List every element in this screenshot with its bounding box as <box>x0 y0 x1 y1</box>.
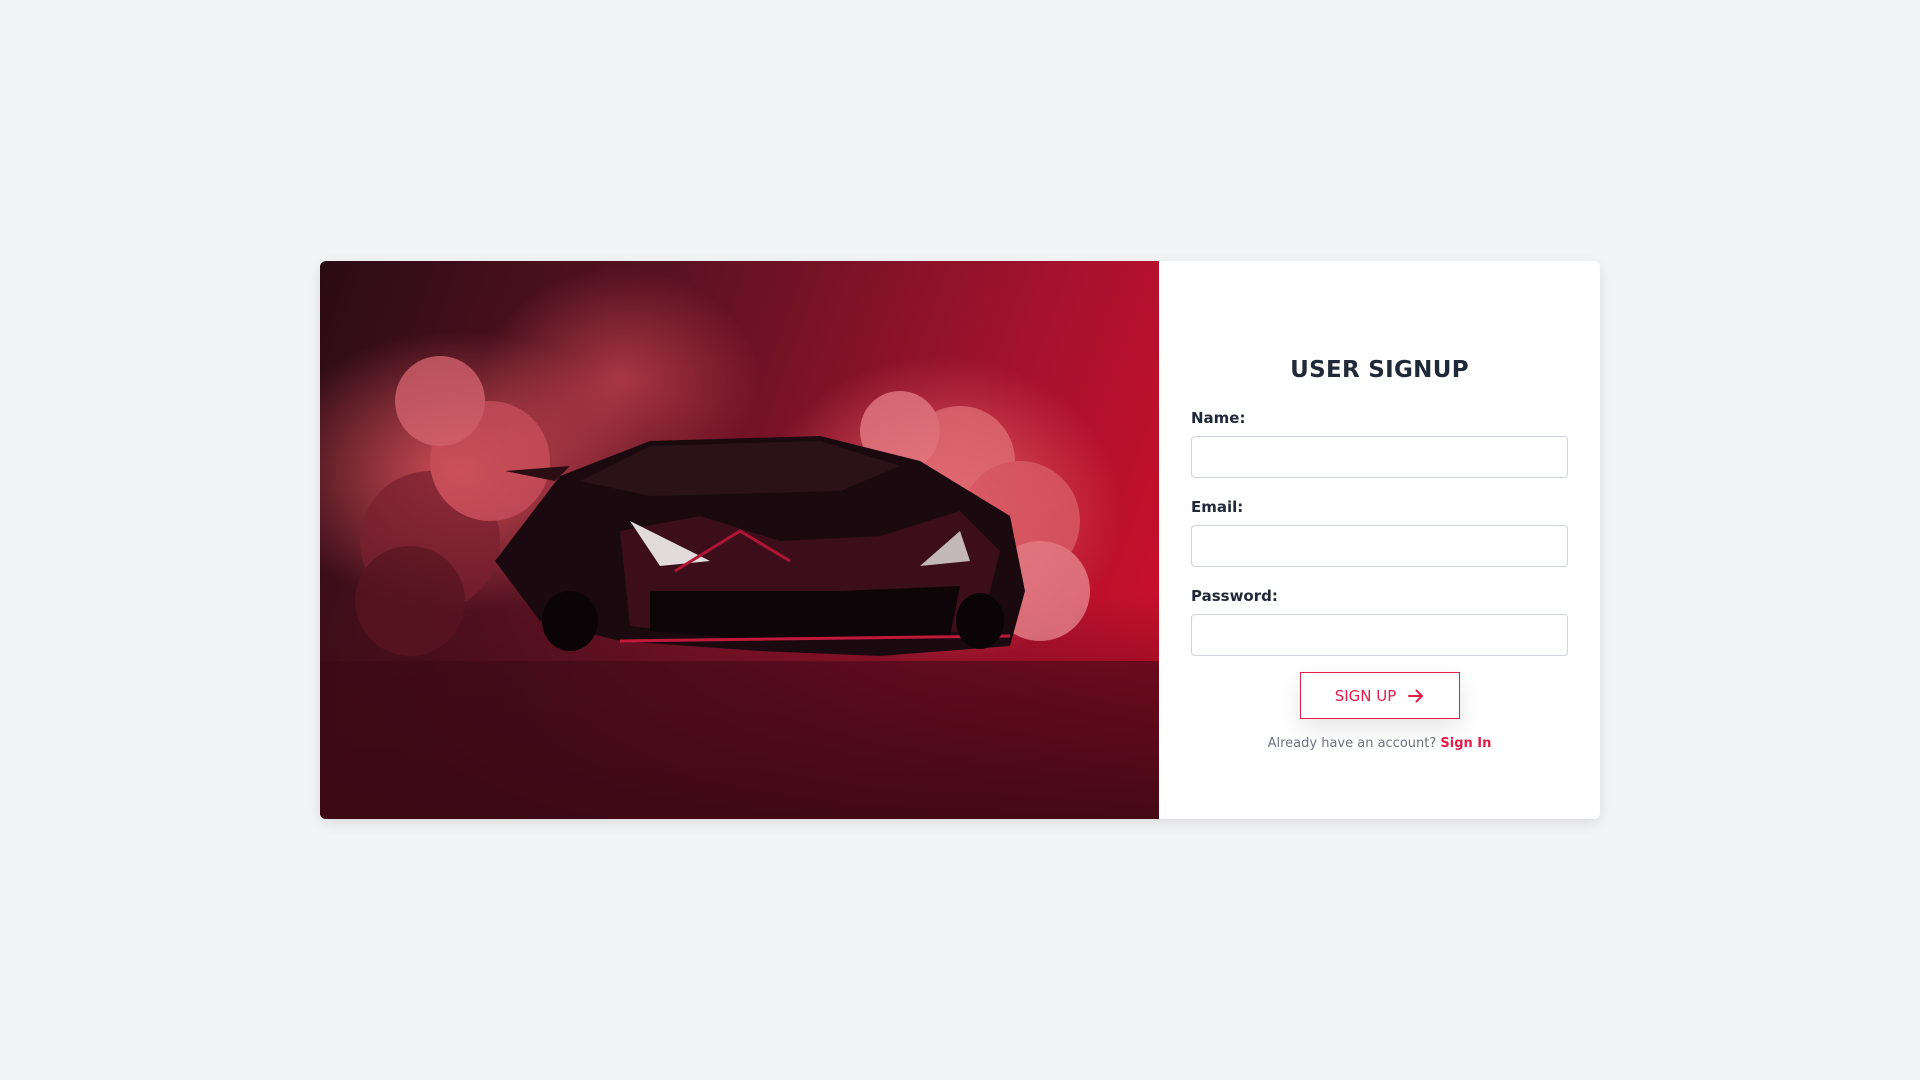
name-field[interactable] <box>1191 436 1568 478</box>
email-label: Email: <box>1191 498 1244 516</box>
name-label: Name: <box>1191 409 1246 427</box>
hero-image <box>320 261 1159 819</box>
page-title: USER SIGNUP <box>1290 357 1469 383</box>
signin-prompt-row: Already have an account? Sign In <box>1191 736 1568 751</box>
signup-card: USER SIGNUP Name: Email: Password: SIGN … <box>320 261 1600 819</box>
submit-row: SIGN UP <box>1191 672 1568 719</box>
signin-link[interactable]: Sign In <box>1440 736 1491 751</box>
signup-button[interactable]: SIGN UP <box>1299 672 1460 719</box>
signin-prompt: Already have an account? <box>1267 736 1437 751</box>
email-field[interactable] <box>1191 525 1568 567</box>
signup-button-label: SIGN UP <box>1334 686 1397 705</box>
signup-form: USER SIGNUP Name: Email: Password: SIGN … <box>1159 261 1600 819</box>
sports-car-illustration <box>320 356 1159 819</box>
password-field[interactable] <box>1191 614 1568 656</box>
password-label: Password: <box>1191 587 1278 605</box>
arrow-right-icon <box>1408 689 1424 703</box>
